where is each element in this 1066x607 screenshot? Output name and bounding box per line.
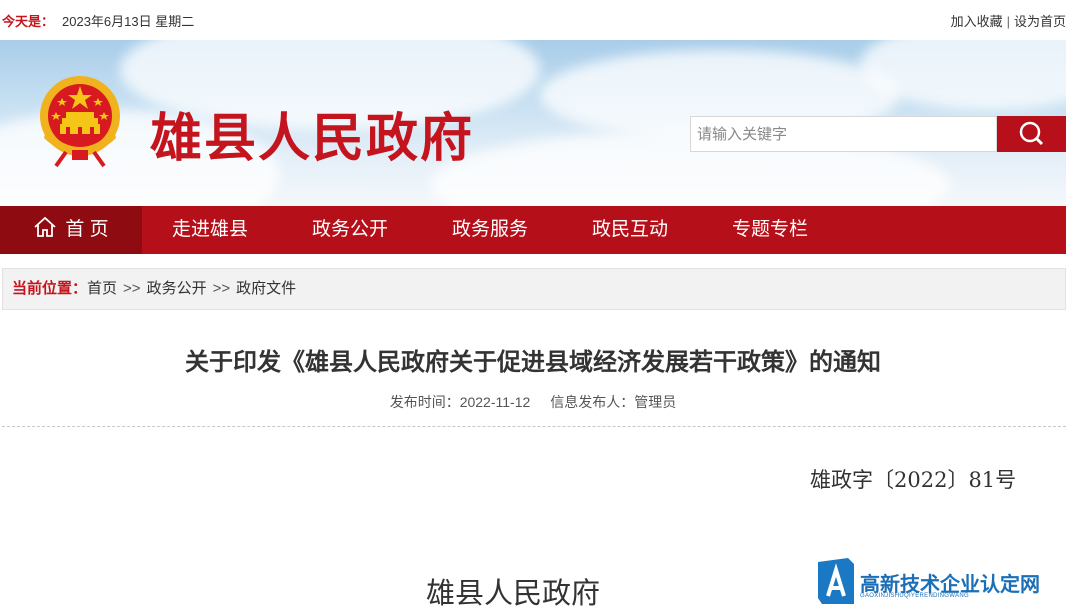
breadcrumb-home[interactable]: 首页 [87,280,117,297]
watermark-logo-icon [818,558,854,604]
top-links-separator: | [1006,14,1010,29]
site-title: 雄县人民政府 [150,108,475,169]
today-date: 2023年6月13日 星期二 [62,14,195,29]
search-icon [1019,121,1044,146]
nav-item-gov-affairs-open[interactable]: 政务公开 [312,206,388,254]
publisher: 信息发布人：管理员 [550,394,677,410]
breadcrumb: 当前位置：首页 >> 政务公开 >> 政府文件 [2,268,1066,310]
article-meta: 发布时间：2022-11-12 信息发布人：管理员 [0,392,1066,412]
search-button[interactable] [997,116,1066,152]
breadcrumb-separator: >> [123,280,141,297]
divider [2,426,1066,427]
article-title: 关于印发《雄县人民政府关于促进县域经济发展若干政策》的通知 [185,348,881,376]
watermark-subtext: GAOXINJISHUQIYERENDINGWANG [860,593,969,599]
publish-time: 发布时间：2022-11-12 [389,394,531,410]
nav-item-about[interactable]: 走进雄县 [172,206,248,254]
add-favorite-link[interactable]: 加入收藏 [951,14,1003,29]
top-links: 加入收藏 | 设为首页 [951,11,1066,30]
nav-item-label: 首 页 [65,219,109,240]
top-bar: 今天是： 2023年6月13日 星期二 加入收藏 | 设为首页 [0,0,1066,40]
main-nav: 首 页 走进雄县 政务公开 政务服务 政民互动 专题专栏 [0,206,1066,254]
national-emblem-icon [40,76,120,168]
home-icon [34,216,56,237]
watermark: 高新技术企业认定网 GAOXINJISHUQIYERENDINGWANG [818,556,1066,607]
document-issuer: 雄县人民政府 [426,576,601,607]
nav-item-interaction[interactable]: 政民互动 [592,206,668,254]
today-label: 今天是： [2,14,55,29]
nav-item-home[interactable]: 首 页 [0,206,142,254]
breadcrumb-separator: >> [212,280,231,297]
header-banner: 雄县人民政府 [0,40,1066,206]
document-number: 雄政字〔2022〕81号 [810,468,1017,492]
breadcrumb-label: 当前位置： [12,280,88,297]
set-homepage-link[interactable]: 设为首页 [1014,14,1066,29]
nav-item-gov-services[interactable]: 政务服务 [452,206,528,254]
nav-item-special-topics[interactable]: 专题专栏 [732,206,808,254]
breadcrumb-gov-documents[interactable]: 政府文件 [236,280,296,297]
breadcrumb-gov-affairs-open[interactable]: 政务公开 [147,280,207,297]
search-input[interactable] [690,116,997,152]
